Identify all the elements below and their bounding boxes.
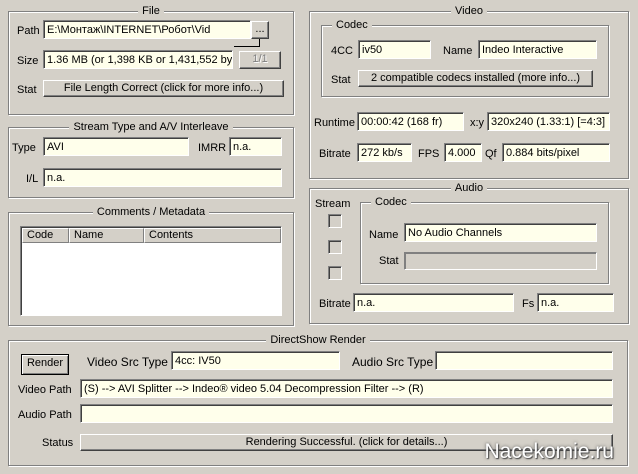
type-field[interactable]: AVI <box>43 137 189 156</box>
audio-stream-3-checkbox[interactable] <box>328 266 342 280</box>
video-name-label: Name <box>443 45 473 57</box>
stream-type-group-title: Stream Type and A/V Interleave <box>69 121 233 133</box>
video-stat-button[interactable]: 2 compatible codecs installed (more info… <box>358 70 593 87</box>
status-label: Status <box>42 437 74 449</box>
audio-path-field[interactable] <box>80 404 613 423</box>
video-codec-group-title: Codec <box>332 19 372 31</box>
type-label: Type <box>12 142 36 154</box>
video-path-label: Video Path <box>18 384 72 396</box>
xy-field[interactable]: 320x240 (1.33:1) [=4:3] <box>487 112 610 131</box>
comments-group-title: Comments / Metadata <box>92 206 210 218</box>
directshow-group-title: DirectShow Render <box>266 334 370 346</box>
qf-label: Qf <box>485 148 497 160</box>
fps-label: FPS <box>418 148 440 160</box>
il-field[interactable]: n.a. <box>43 168 282 187</box>
xy-label: x:y <box>470 117 485 129</box>
column-header-contents[interactable]: Contents <box>144 228 281 243</box>
video-group-title: Video <box>451 5 487 17</box>
audio-src-type-field[interactable] <box>435 351 613 370</box>
audio-stream-2-checkbox[interactable] <box>328 240 342 254</box>
imrr-field[interactable]: n.a. <box>229 137 282 156</box>
audio-name-field[interactable]: No Audio Channels <box>404 223 597 242</box>
column-header-name[interactable]: Name <box>69 228 144 243</box>
audio-bitrate-field[interactable]: n.a. <box>353 293 514 312</box>
audio-stat-label: Stat <box>379 255 399 267</box>
browse-button[interactable]: ... <box>251 21 269 39</box>
fps-field[interactable]: 4.000 <box>444 143 482 162</box>
render-button[interactable]: Render <box>21 354 69 375</box>
part-button[interactable]: 1/1 <box>239 51 281 69</box>
watermark-text: Nacekomie.ru <box>484 440 614 463</box>
runtime-label: Runtime <box>314 117 355 129</box>
audio-codec-group: Codec <box>360 196 609 284</box>
video-name-field[interactable]: Indeo Interactive <box>478 40 597 59</box>
audio-stream-label: Stream <box>315 198 351 210</box>
audio-path-label: Audio Path <box>18 409 72 421</box>
video-stat-label: Stat <box>331 74 351 86</box>
video-path-field[interactable]: (S) --> AVI Splitter --> Indeo® video 5.… <box>80 379 613 398</box>
comments-list[interactable]: Code Name Contents <box>20 226 282 316</box>
size-field[interactable]: 1.36 MB (or 1,398 KB or 1,431,552 byt <box>43 50 233 69</box>
audio-name-label: Name <box>369 229 399 241</box>
qf-field[interactable]: 0.884 bits/pixel <box>502 143 610 162</box>
audio-stat-field[interactable] <box>404 252 597 270</box>
fs-field[interactable]: n.a. <box>537 293 614 312</box>
fourcc-label: 4CC <box>331 45 354 57</box>
video-src-type-label: Video Src Type <box>87 355 168 369</box>
connector-line-horizontal <box>234 46 260 47</box>
audio-src-type-label: Audio Src Type <box>352 355 434 369</box>
fourcc-field[interactable]: iv50 <box>358 40 431 59</box>
path-field[interactable]: E:\Монтаж\INTERNET\Робот\Vid <box>43 20 251 39</box>
column-header-code[interactable]: Code <box>22 228 69 243</box>
path-label: Path <box>17 25 40 37</box>
il-label: I/L <box>26 173 39 185</box>
video-bitrate-label: Bitrate <box>319 148 351 160</box>
video-src-type-field[interactable]: 4cc: IV50 <box>171 351 340 370</box>
imrr-label: IMRR <box>198 142 227 154</box>
file-stat-label: Stat <box>17 84 37 96</box>
size-label: Size <box>17 55 39 67</box>
audio-codec-group-title: Codec <box>371 196 411 208</box>
video-bitrate-field[interactable]: 272 kb/s <box>357 143 412 162</box>
audio-group-title: Audio <box>450 182 488 194</box>
file-group-title: File <box>138 5 164 17</box>
file-stat-button[interactable]: File Length Correct (click for more info… <box>43 80 284 97</box>
fs-label: Fs <box>522 298 535 310</box>
audio-stream-1-checkbox[interactable] <box>328 214 342 228</box>
runtime-field[interactable]: 00:00:42 (168 fr) <box>357 112 464 131</box>
audio-bitrate-label: Bitrate <box>319 298 351 310</box>
